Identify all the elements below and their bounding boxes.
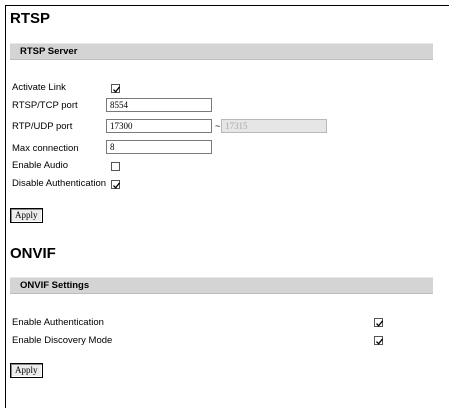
rtsp-apply-button[interactable]: Apply [10,208,43,223]
port-range-separator: ~ [215,121,221,131]
activate-link-label: Activate Link [12,82,66,93]
disable-authentication-checkbox[interactable] [111,180,121,189]
checkmark-icon [376,320,384,327]
rtsp-tcp-port-input[interactable] [106,98,212,112]
enable-audio-label: Enable Audio [12,160,68,171]
rtsp-section-label: RTSP Server [20,46,78,57]
checkmark-icon [113,86,121,93]
rtsp-section-header: RTSP Server [10,43,433,60]
rtsp-tcp-port-label: RTSP/TCP port [12,100,78,111]
max-connection-input[interactable] [106,140,212,154]
enable-authentication-label: Enable Authentication [12,317,104,328]
disable-authentication-label: Disable Authentication [12,178,107,189]
onvif-section-label: ONVIF Settings [20,280,90,291]
enable-discovery-mode-checkbox[interactable] [374,336,384,345]
onvif-section-header: ONVIF Settings [10,277,433,294]
checkmark-icon [376,338,384,345]
onvif-apply-button[interactable]: Apply [10,363,43,378]
enable-audio-checkbox[interactable] [111,162,120,171]
checkmark-icon [113,182,121,189]
enable-discovery-mode-label: Enable Discovery Mode [12,335,113,346]
rtp-udp-port-end-input [221,119,327,133]
page-frame [5,5,449,408]
rtsp-title: RTSP [10,10,51,27]
max-connection-label: Max connection [12,143,79,154]
rtp-udp-port-start-input[interactable] [106,119,212,133]
rtp-udp-port-label: RTP/UDP port [12,121,73,132]
activate-link-checkbox[interactable] [111,84,121,93]
enable-authentication-checkbox[interactable] [374,318,384,327]
onvif-title: ONVIF [10,245,56,262]
